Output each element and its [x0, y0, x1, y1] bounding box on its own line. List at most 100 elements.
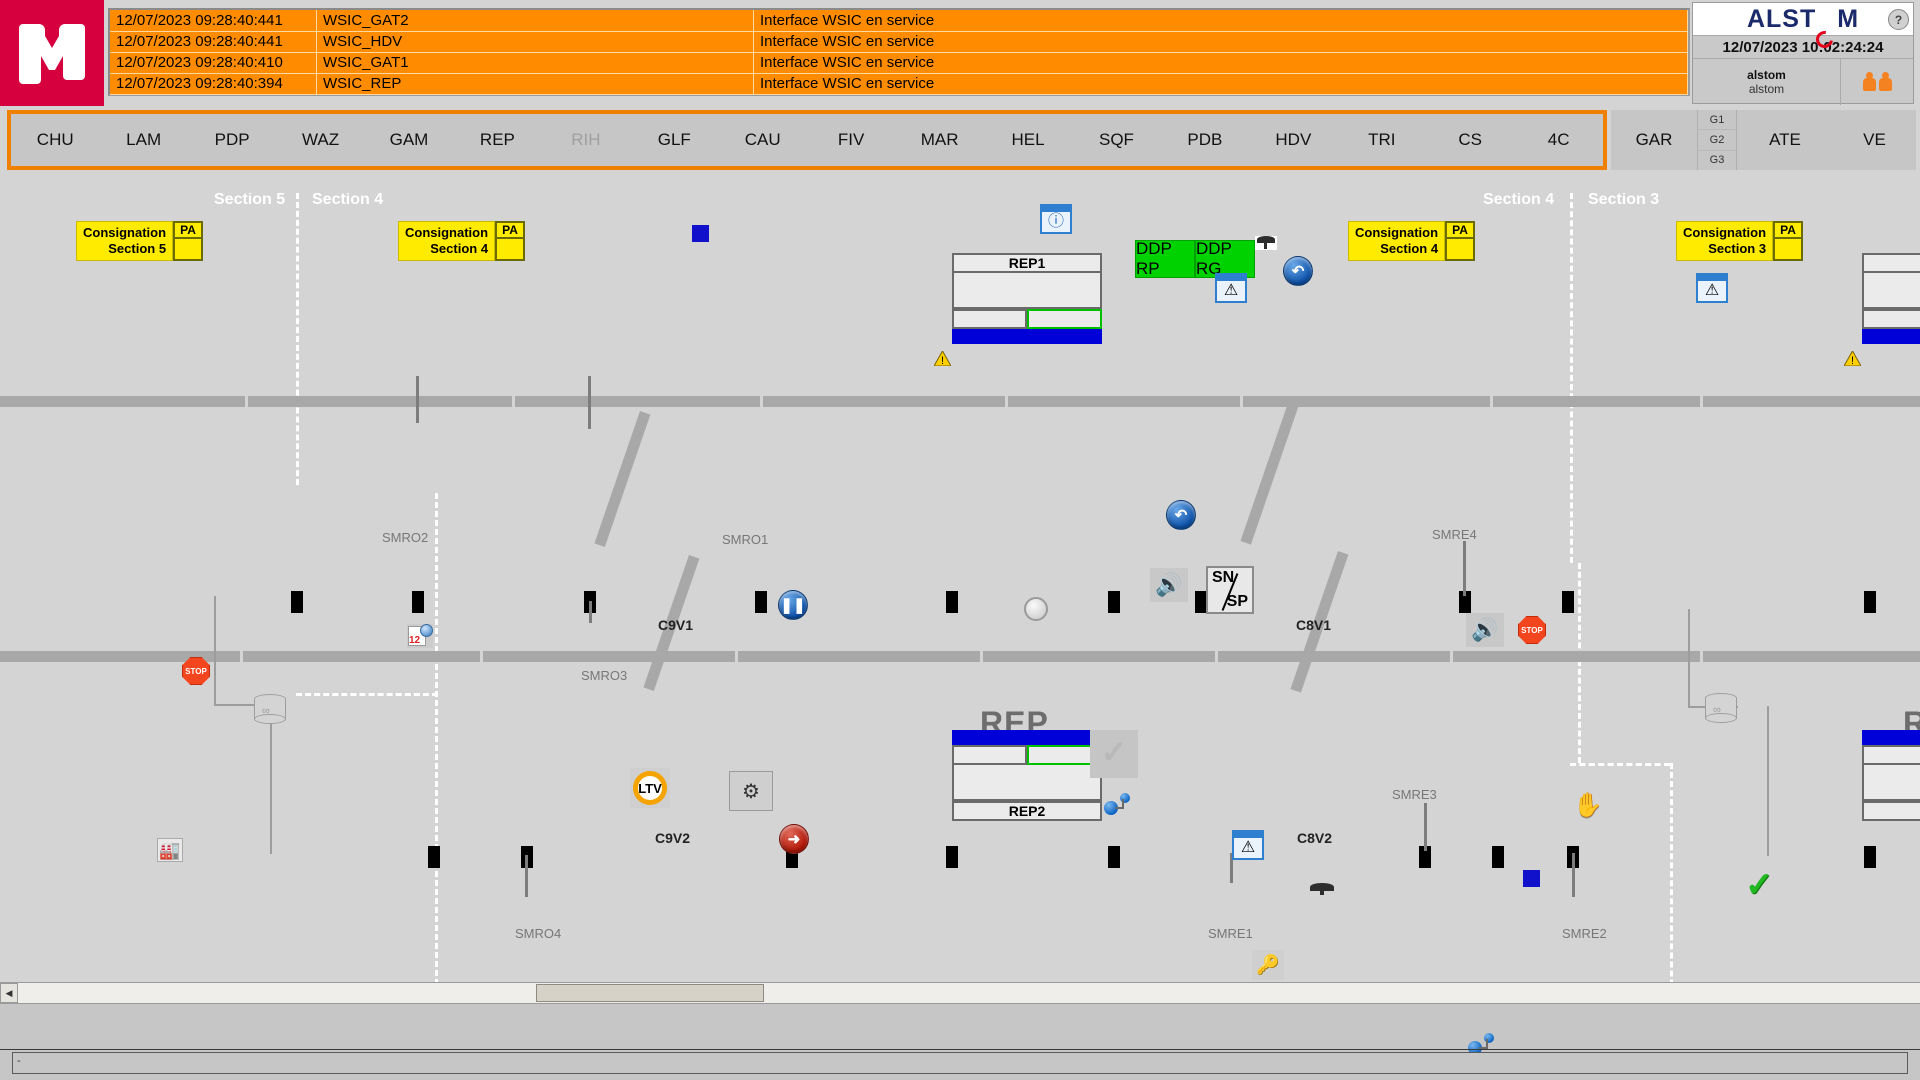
- nav-item-cau[interactable]: CAU: [719, 130, 807, 150]
- alarm-row[interactable]: 12/07/2023 09:28:40:394 WSIC_REP Interface…: [110, 73, 1688, 95]
- alarm-row[interactable]: 12/07/2023 09:28:40:441 WSIC_HDV Interface…: [110, 31, 1688, 53]
- panel-cell-right-active[interactable]: [1027, 309, 1102, 329]
- nav-item-pdb[interactable]: PDB: [1161, 130, 1249, 150]
- undo-arrow-icon[interactable]: ↶: [1166, 500, 1196, 530]
- status-square-blue[interactable]: [1523, 870, 1540, 887]
- sn-sp-switch-icon[interactable]: SN SP: [1206, 566, 1254, 614]
- panel-right-bottom-body[interactable]: [1862, 765, 1920, 801]
- alarm-row[interactable]: 12/07/2023 09:28:40:441 WSIC_GAT2 Interfac…: [110, 10, 1688, 32]
- panel-cell-left[interactable]: [952, 309, 1027, 329]
- group-g2[interactable]: G2: [1698, 130, 1736, 151]
- warning-window-icon[interactable]: ⚠: [1696, 273, 1728, 303]
- pa-state-box[interactable]: [1445, 239, 1476, 261]
- nav-item-pdp[interactable]: PDP: [188, 130, 276, 150]
- scroll-left-button[interactable]: ◀: [0, 983, 18, 1003]
- scroll-thumb[interactable]: [536, 984, 764, 1002]
- nav-item-hdv[interactable]: HDV: [1249, 130, 1337, 150]
- nav-item-ve[interactable]: VE: [1833, 130, 1916, 150]
- undo-arrow-icon[interactable]: ↶: [1283, 256, 1313, 286]
- panel-rep1-status-bar[interactable]: [952, 329, 1102, 344]
- stop-sign-icon[interactable]: STOP: [1518, 616, 1546, 644]
- panel-right-top-status-bar[interactable]: [1862, 329, 1920, 344]
- nav-item-waz[interactable]: WAZ: [276, 130, 364, 150]
- track-upper[interactable]: [0, 396, 1920, 407]
- info-window-icon[interactable]: ⓘ: [1040, 204, 1072, 234]
- nav-item-tri[interactable]: TRI: [1338, 130, 1426, 150]
- nav-item-hel[interactable]: HEL: [984, 130, 1072, 150]
- nav-item-cs[interactable]: CS: [1426, 130, 1514, 150]
- panel-rep1-body[interactable]: [952, 273, 1102, 309]
- track-diagram[interactable]: Section 5 Section 4 Section 4 Section 3 …: [0, 193, 1920, 986]
- panel-right-top-body[interactable]: [1862, 273, 1920, 309]
- nav-item-rep[interactable]: REP: [453, 130, 541, 150]
- consignation-section-5[interactable]: Consignation Section 5 PA: [76, 221, 204, 261]
- status-field[interactable]: -: [12, 1052, 1908, 1074]
- calendar-clock-icon[interactable]: 12: [407, 624, 433, 648]
- panel-right-top[interactable]: [1862, 253, 1920, 344]
- group-selector[interactable]: G1 G2 G3: [1697, 110, 1737, 170]
- gear-settings-icon[interactable]: ⚙: [729, 771, 773, 811]
- panel-rep2-body[interactable]: [952, 765, 1102, 801]
- alarm-list[interactable]: 12/07/2023 09:28:40:441 WSIC_GAT2 Interfac…: [108, 8, 1690, 96]
- ltv-badge-icon[interactable]: LTV: [630, 768, 670, 808]
- nav-item-gam[interactable]: GAM: [365, 130, 453, 150]
- nav-right-group[interactable]: GAR G1 G2 G3 ATE VE: [1611, 110, 1916, 170]
- panel-right-top-cells[interactable]: [1862, 309, 1920, 329]
- nav-item-chu[interactable]: CHU: [11, 130, 99, 150]
- factory-icon[interactable]: 🏭: [157, 838, 183, 862]
- cylinder-tank-icon: ∞: [1705, 693, 1737, 723]
- panel-right-bottom[interactable]: [1862, 730, 1920, 821]
- switch-c9v1[interactable]: [594, 411, 651, 547]
- key-icon[interactable]: 🔑: [1252, 950, 1284, 980]
- nav-item-glf[interactable]: GLF: [630, 130, 718, 150]
- stop-sign-icon[interactable]: STOP: [182, 657, 210, 685]
- consignation-section-4b[interactable]: Consignation Section 4 PA: [1348, 221, 1476, 261]
- panel-rep1-cells[interactable]: [952, 309, 1102, 329]
- panel-rep1[interactable]: REP1: [952, 253, 1102, 344]
- nav-item-4c[interactable]: 4C: [1514, 130, 1602, 150]
- checkmark-gray-icon[interactable]: ✓: [1090, 730, 1138, 778]
- nav-item-gar[interactable]: GAR: [1611, 130, 1697, 150]
- panel-cell-left[interactable]: [1862, 309, 1920, 329]
- wheel-indicator-icon[interactable]: [1024, 597, 1048, 621]
- pa-state-box[interactable]: [173, 239, 204, 261]
- status-square-blue[interactable]: [692, 225, 709, 242]
- nav-item-rih[interactable]: RIH: [542, 130, 630, 150]
- panel-right-bottom-cells[interactable]: [1862, 745, 1920, 765]
- panel-rep2-status-bar[interactable]: [952, 730, 1102, 745]
- panel-rep2[interactable]: REP2: [952, 730, 1102, 821]
- group-g3[interactable]: G3: [1698, 151, 1736, 170]
- nav-item-ate[interactable]: ATE: [1737, 130, 1833, 150]
- pa-state-box[interactable]: [495, 239, 526, 261]
- panel-rep2-cells[interactable]: [952, 745, 1102, 765]
- panel-right-bottom-status-bar[interactable]: [1862, 730, 1920, 745]
- panel-cell-left[interactable]: [952, 745, 1027, 765]
- group-g1[interactable]: G1: [1698, 110, 1736, 131]
- track-lower[interactable]: [0, 651, 1920, 662]
- redo-arrow-icon[interactable]: ➜: [779, 824, 809, 854]
- pa-state-box[interactable]: [1773, 239, 1804, 261]
- track-tie: [428, 846, 440, 868]
- consignation-section-3[interactable]: Consignation Section 3 PA: [1676, 221, 1804, 261]
- speaker-icon[interactable]: 🔊: [1150, 568, 1188, 602]
- nav-item-fiv[interactable]: FIV: [807, 130, 895, 150]
- network-nodes-icon[interactable]: [1104, 793, 1130, 815]
- speaker-icon[interactable]: 🔊: [1466, 613, 1504, 647]
- switch-c8v1[interactable]: [1240, 403, 1299, 545]
- nav-item-mar[interactable]: MAR: [895, 130, 983, 150]
- consignation-section-4a[interactable]: Consignation Section 4 PA: [398, 221, 526, 261]
- alarm-row[interactable]: 12/07/2023 09:28:40:410 WSIC_GAT1 Interfac…: [110, 52, 1688, 74]
- warning-window-icon[interactable]: ⚠: [1232, 830, 1264, 860]
- help-button[interactable]: ?: [1888, 9, 1909, 30]
- nav-item-sqf[interactable]: SQF: [1072, 130, 1160, 150]
- warning-window-icon[interactable]: ⚠: [1215, 273, 1247, 303]
- nav-item-lam[interactable]: LAM: [99, 130, 187, 150]
- horizontal-scrollbar[interactable]: ◀: [0, 982, 1920, 1004]
- ddp-rp-button[interactable]: DDP RP: [1135, 239, 1195, 278]
- pause-icon[interactable]: ❚❚: [778, 590, 808, 620]
- track-tie: [1108, 591, 1120, 613]
- users-icon[interactable]: [1841, 59, 1913, 105]
- panel-cell-left[interactable]: [1862, 745, 1920, 765]
- hand-icon[interactable]: ✋: [1573, 794, 1603, 818]
- station-nav-bar[interactable]: CHU LAM PDP WAZ GAM REP RIH GLF CAU FIV MAR HEL SQF P…: [7, 110, 1607, 170]
